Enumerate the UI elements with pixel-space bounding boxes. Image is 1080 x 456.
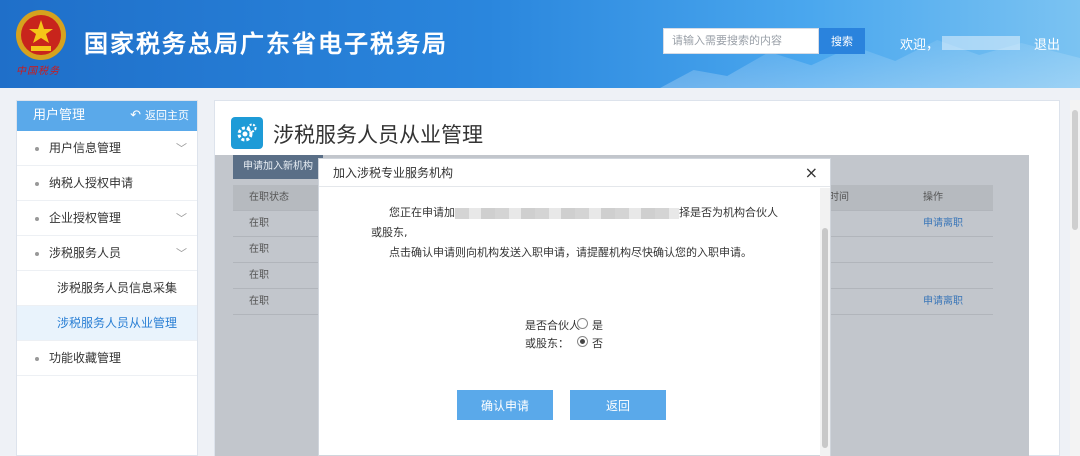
sidebar-header: 用户管理 ↶ 返回主页 [17,101,197,131]
message-line-1: 您正在申请加 择是否为机构合伙人 [371,203,811,223]
site-title: 国家税务总局广东省电子税务局 [84,30,448,58]
scrollbar-thumb[interactable] [1072,110,1078,230]
radio-no-label: 否 [592,337,603,350]
status-cell: 在职 [249,244,269,255]
scrollbar-thumb[interactable] [822,228,828,448]
message-prefix: 您正在申请加 [389,206,455,219]
logout-link[interactable]: 退出 [1034,34,1060,53]
col-header-time: 时间 [829,192,849,203]
bullet-icon [35,252,39,256]
chevron-down-icon: ﹀ [176,142,187,155]
back-home-label: 返回主页 [145,109,189,122]
bullet-icon [35,217,39,221]
status-cell: 在职 [249,218,269,229]
dialog-title: 加入涉税专业服务机构 [333,166,454,180]
chevron-down-icon: ﹀ [176,212,187,225]
masked-username [942,36,1020,50]
dialog-header: 加入涉税专业服务机构 × [319,159,830,187]
sidebar-item-label: 纳税人授权申请 [49,176,134,190]
sidebar-title: 用户管理 [33,108,86,123]
status-cell: 在职 [249,296,269,307]
sidebar-subitem-info-collection[interactable]: 涉税服务人员信息采集 [17,271,197,306]
message-line-2: 或股东, [371,226,408,239]
join-new-org-button[interactable]: 申请加入新机构 [233,155,323,179]
radio-yes-label: 是 [592,319,603,332]
dialog-scrollbar[interactable] [820,188,830,456]
sidebar-item-user-info[interactable]: 用户信息管理 ﹀ [17,131,197,166]
emblem-caption: 中国税务 [16,66,60,77]
welcome-text: 欢迎， [900,38,940,53]
sidebar-subitem-employment-mgmt[interactable]: 涉税服务人员从业管理 [17,306,197,341]
radio-no[interactable] [577,336,588,347]
page-scrollbar[interactable] [1070,100,1080,456]
back-home-link[interactable]: ↶ 返回主页 [130,101,189,131]
status-cell: 在职 [249,270,269,281]
sidebar-item-label: 涉税服务人员 [49,246,122,260]
sidebar-item-taxpayer-auth[interactable]: 纳税人授权申请 [17,166,197,201]
sidebar-item-favorites[interactable]: 功能收藏管理 [17,341,197,376]
back-button[interactable]: 返回 [570,390,666,420]
tax-emblem-icon [16,10,66,60]
chevron-down-icon: ﹀ [176,247,187,260]
search-button[interactable]: 搜索 [819,28,865,54]
close-icon[interactable]: × [805,159,818,187]
bullet-icon [35,182,39,186]
confirm-apply-button[interactable]: 确认申请 [457,390,553,420]
sidebar-item-label: 用户信息管理 [49,141,122,155]
resign-link[interactable]: 申请离职 [923,289,963,315]
message-line-3: 点击确认申请则向机构发送入职申请，请提醒机构尽快确认您的入职申请。 [389,246,752,259]
gear-icon [231,117,263,149]
col-header-status: 在职状态 [249,192,289,203]
message-suffix: 择是否为机构合伙人 [679,206,778,219]
masked-org-name [455,207,679,219]
radio-yes[interactable] [577,318,588,329]
bullet-icon [35,147,39,151]
bullet-icon [35,357,39,361]
top-header: 中国税务 国家税务总局广东省电子税务局 搜索 欢迎， 退出 [0,0,1080,88]
join-org-dialog: 加入涉税专业服务机构 × 您正在申请加 择是否为机构合伙人 或股东, 点击确认申请… [318,158,831,456]
back-arrow-icon: ↶ [130,108,141,123]
search-input[interactable] [663,28,819,54]
partner-label-line2: 或股东： [525,337,569,350]
sidebar-item-label: 企业授权管理 [49,211,122,225]
sidebar-item-enterprise-auth[interactable]: 企业授权管理 ﹀ [17,201,197,236]
page-title: 涉税服务人员从业管理 [273,123,483,147]
sidebar-item-tax-service-staff[interactable]: 涉税服务人员 ﹀ [17,236,197,271]
resign-link[interactable]: 申请离职 [923,211,963,237]
col-header-op: 操作 [923,192,943,203]
dialog-message: 您正在申请加 择是否为机构合伙人 或股东, 点击确认申请则向机构发送入职申请，请提… [371,203,811,263]
partner-label-line1: 是否合伙人 [525,319,580,332]
sidebar-item-label: 功能收藏管理 [49,351,122,365]
sidebar: 用户管理 ↶ 返回主页 用户信息管理 ﹀ 纳税人授权申请 企业授权管理 ﹀ 涉税服… [16,100,198,456]
